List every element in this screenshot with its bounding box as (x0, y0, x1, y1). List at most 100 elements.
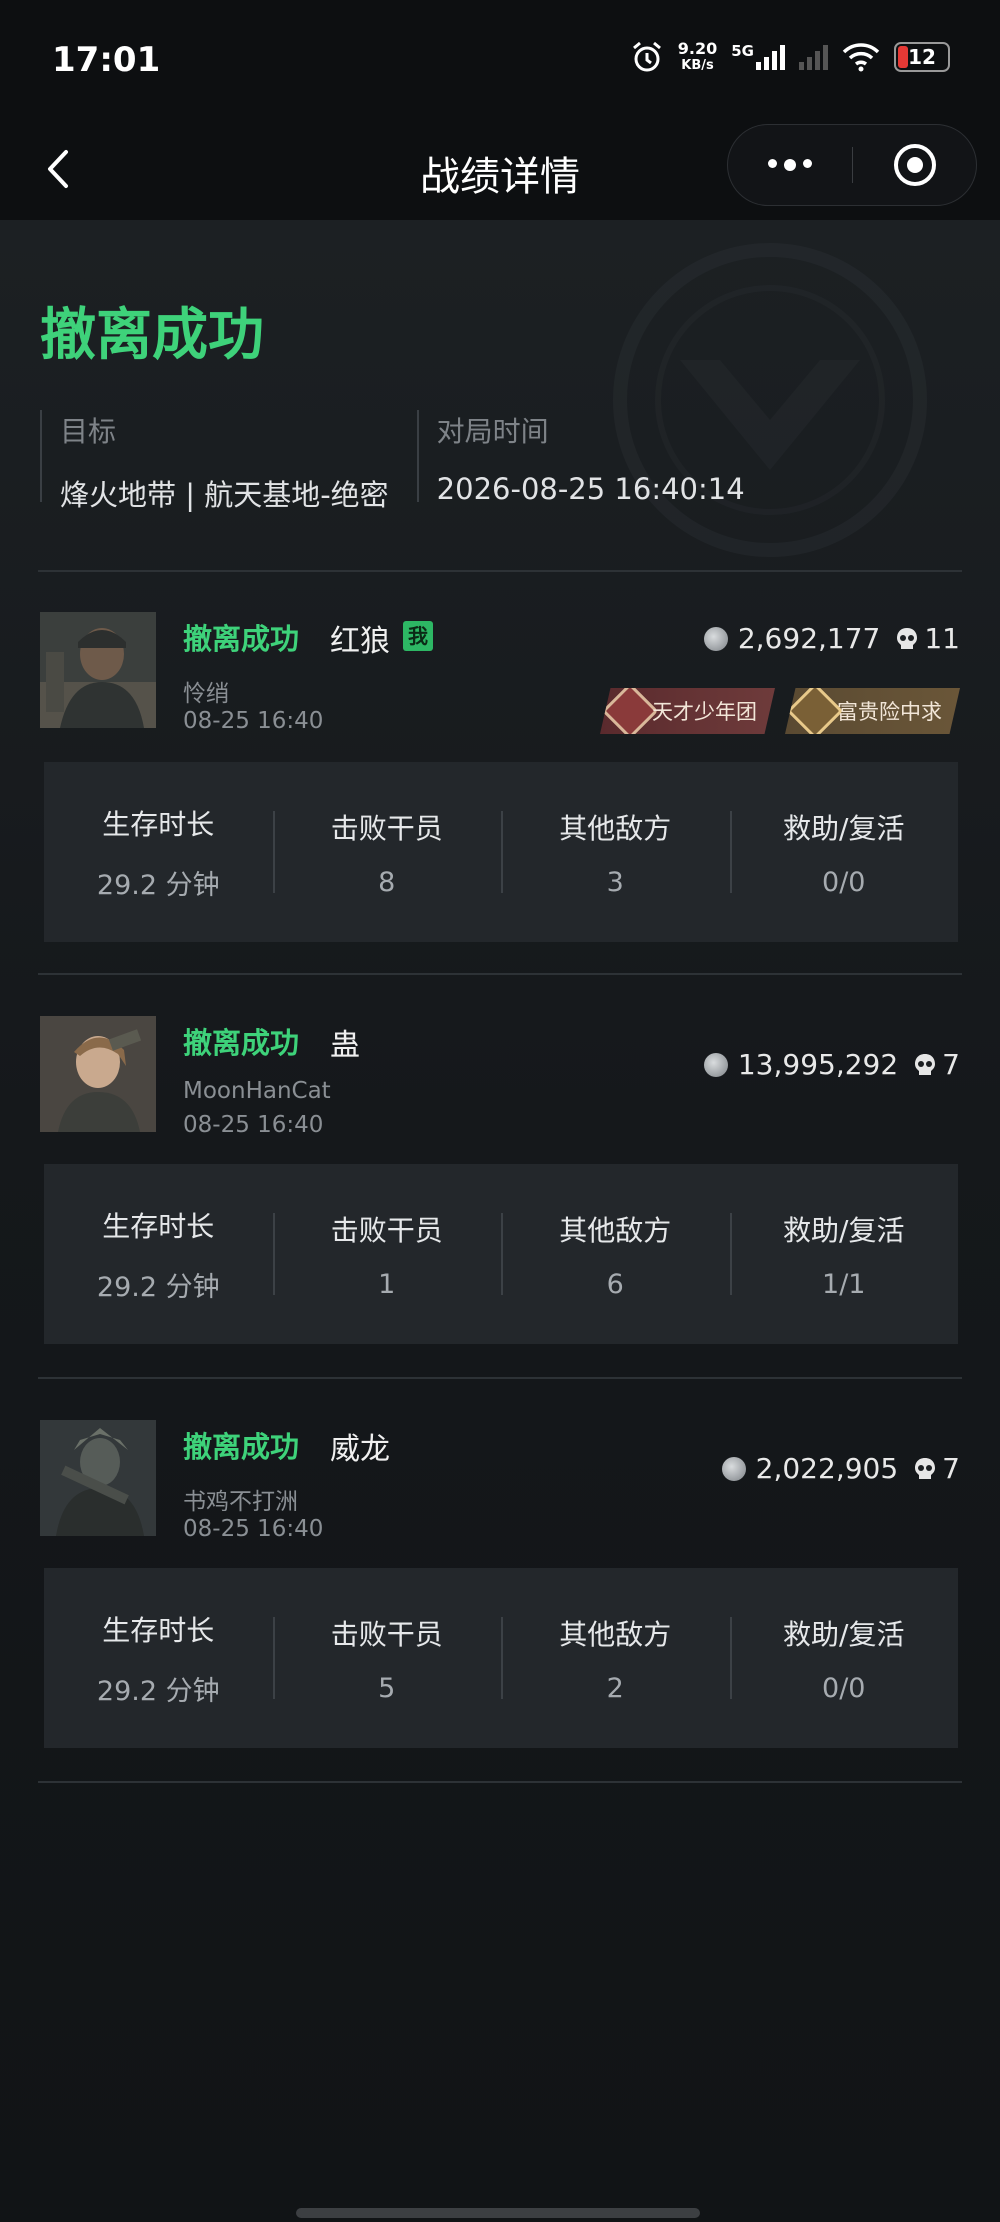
match-meta: 目标 烽火地带 | 航天基地-绝密 对局时间 2026-08-25 16:40:… (40, 410, 745, 512)
home-indicator[interactable] (296, 2208, 700, 2218)
stat-value: 6 (606, 1268, 624, 1300)
stat-other-enemies: 其他敌方 2 (501, 1613, 730, 1704)
stat-operators-defeated: 击败干员 8 (272, 807, 502, 898)
divider (38, 1781, 962, 1783)
alarm-icon (632, 41, 661, 72)
battery-level: 12 (908, 45, 936, 69)
player-stats: 生存时长 29.2 分钟 击败干员 1 其他敌方 6 救助/复活 1/1 (44, 1164, 958, 1344)
mini-program-capsule (727, 124, 977, 206)
badge-emblem-icon (786, 688, 844, 734)
stat-label: 生存时长 (102, 1613, 215, 1647)
stat-label: 生存时长 (102, 807, 215, 841)
stat-label: 击败干员 (330, 1617, 443, 1651)
target-value: 烽火地带 | 航天基地-绝密 (60, 478, 389, 512)
status-time: 17:01 (52, 40, 161, 80)
achievement-badge: 天才少年团 (600, 688, 775, 734)
divider (38, 973, 962, 975)
player-avatar (40, 1420, 156, 1536)
target-block: 目标 烽火地带 | 航天基地-绝密 (40, 410, 389, 512)
divider (38, 570, 962, 572)
stat-value: 1 (378, 1268, 396, 1300)
more-menu-icon[interactable] (728, 159, 852, 171)
stat-value: 0/0 (822, 866, 866, 898)
status-icons: 9.20 KB/s 5G 12 (630, 40, 950, 74)
player-value-kills: 13,995,292 7 (703, 1048, 960, 1081)
player-kills: 7 (942, 1048, 960, 1081)
stat-label: 救助/复活 (783, 811, 905, 845)
net-speed: 9.20 KB/s (678, 40, 717, 74)
player-card[interactable]: 撤离成功 蛊 MoonHanCat 08-25 16:40 13,995,292… (40, 1016, 960, 1376)
player-card[interactable]: 撤离成功 威龙 书鸡不打洲 08-25 16:40 2,022,905 7 生存… (40, 1420, 960, 1780)
stat-value: 1/1 (822, 1268, 866, 1300)
achievement-badge: 富贵险中求 (785, 688, 960, 734)
stat-value: 3 (606, 866, 624, 898)
stat-operators-defeated: 击败干员 1 (272, 1209, 502, 1300)
stat-label: 其他敌方 (559, 811, 672, 845)
player-status: 撤离成功 (183, 622, 300, 656)
player-nickname: 怜绡 (183, 681, 229, 707)
player-status: 撤离成功 (183, 1026, 300, 1060)
player-name: 蛊 (330, 1028, 360, 1063)
player-name: 威龙 (330, 1432, 390, 1467)
player-avatar (40, 1016, 156, 1132)
stat-label: 救助/复活 (783, 1213, 905, 1247)
emblem-watermark-icon (613, 243, 927, 557)
player-time: 08-25 16:40 (183, 708, 324, 734)
stat-other-enemies: 其他敌方 3 (501, 807, 730, 898)
network-type: 5G (731, 42, 754, 60)
player-card[interactable]: 撤离成功 红狼 我 怜绡 08-25 16:40 2,692,177 11 天才… (40, 612, 960, 972)
player-avatar (40, 612, 156, 728)
stat-label: 击败干员 (330, 811, 443, 845)
net-speed-unit: KB/s (681, 58, 714, 73)
player-name: 红狼 (330, 624, 390, 659)
stat-value: 0/0 (822, 1672, 866, 1704)
player-nickname: 书鸡不打洲 (183, 1489, 298, 1515)
player-value-kills: 2,022,905 7 (721, 1452, 960, 1485)
player-stats: 生存时长 29.2 分钟 击败干员 5 其他敌方 2 救助/复活 0/0 (44, 1568, 958, 1748)
stat-value: 29.2 分钟 (96, 1675, 220, 1707)
stat-survival: 生存时长 29.2 分钟 (44, 1205, 273, 1304)
coin-icon (703, 1052, 728, 1077)
stat-assist-revive: 救助/复活 0/0 (729, 1613, 959, 1704)
skull-icon (897, 627, 918, 649)
signal-bars-icon (756, 44, 785, 70)
coin-icon (703, 626, 728, 651)
player-nickname: MoonHanCat (183, 1078, 331, 1104)
player-kills: 11 (924, 622, 960, 655)
stat-value: 5 (378, 1672, 396, 1704)
badge-emblem-icon (601, 688, 659, 734)
skull-icon (915, 1053, 936, 1075)
match-time-block: 对局时间 2026-08-25 16:40:14 (416, 410, 745, 506)
player-value: 2,692,177 (737, 622, 881, 655)
result-title: 撤离成功 (40, 303, 264, 368)
wifi-icon (842, 43, 880, 72)
signal-5g: 5G (731, 42, 785, 70)
me-badge: 我 (403, 621, 433, 651)
signal-bars-secondary-icon (799, 44, 828, 70)
stat-label: 生存时长 (102, 1209, 215, 1243)
player-stats: 生存时长 29.2 分钟 击败干员 8 其他敌方 3 救助/复活 0/0 (44, 762, 958, 942)
stat-assist-revive: 救助/复活 0/0 (729, 807, 959, 898)
skull-icon (915, 1457, 936, 1479)
net-speed-value: 9.20 (677, 39, 718, 58)
coin-icon (721, 1456, 746, 1481)
target-label: 目标 (60, 415, 117, 448)
stat-value: 8 (378, 866, 396, 898)
player-time: 08-25 16:40 (183, 1516, 324, 1542)
stat-label: 击败干员 (330, 1213, 443, 1247)
match-time-value: 2026-08-25 16:40:14 (436, 472, 745, 506)
badge-label: 富贵险中求 (837, 700, 942, 724)
stat-label: 其他敌方 (559, 1617, 672, 1651)
stat-value: 29.2 分钟 (96, 1271, 220, 1303)
stat-assist-revive: 救助/复活 1/1 (729, 1209, 959, 1300)
stat-label: 救助/复活 (783, 1617, 905, 1651)
player-time: 08-25 16:40 (183, 1112, 324, 1138)
status-bar: 17:01 9.20 KB/s 5G 12 (0, 0, 1000, 124)
stat-label: 其他敌方 (559, 1213, 672, 1247)
match-time-label: 对局时间 (436, 415, 549, 448)
close-target-icon[interactable] (853, 142, 976, 188)
badge-label: 天才少年团 (652, 700, 757, 724)
player-value: 2,022,905 (755, 1452, 899, 1485)
battery-icon: 12 (894, 42, 950, 72)
player-value: 13,995,292 (737, 1048, 899, 1081)
